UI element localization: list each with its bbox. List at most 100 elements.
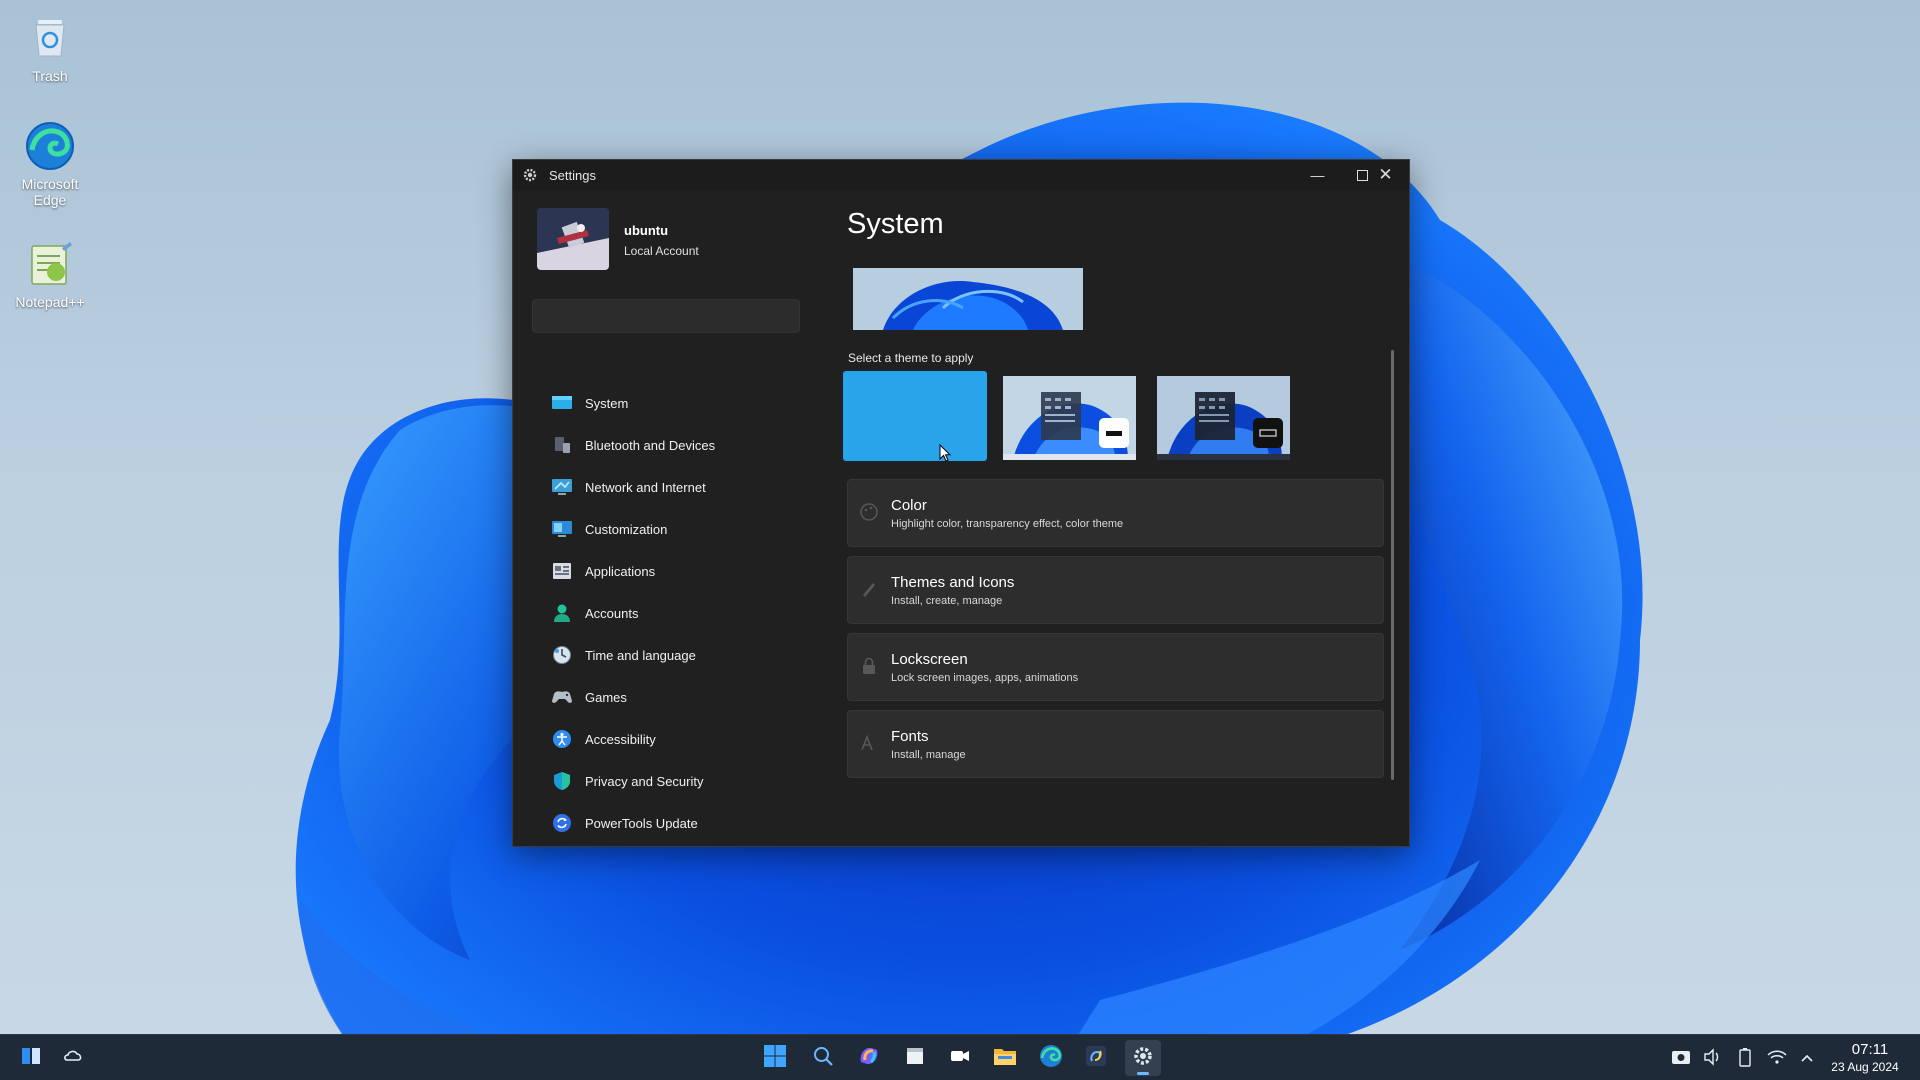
title-bar[interactable]: Settings — ✕ [513,160,1409,190]
sidebar-item-label: Network and Internet [585,479,706,495]
sidebar-item-label: Customization [585,521,668,537]
theme-tile-dark[interactable] [1157,376,1290,460]
search-icon [812,1045,834,1072]
notes-button[interactable] [900,1043,930,1073]
display-icon [551,392,573,414]
card-subtitle: Install, create, manage [891,595,1003,607]
sidebar: ubuntu Local Account System Bluetooth an… [513,190,813,846]
settings-card-color[interactable]: Color Highlight color, transparency effe… [847,479,1384,547]
scrollbar-thumb[interactable] [1391,350,1394,780]
taskbar: 07:11 23 Aug 2024 [0,1034,1920,1080]
copilot-icon [857,1044,881,1073]
sidebar-item-label: Privacy and Security [585,773,704,789]
sidebar-item-accounts[interactable]: Accounts [531,595,801,631]
brush-icon [859,579,879,599]
desktop-icon-notepadpp[interactable]: Notepad++ [5,238,95,310]
widgets-icon [20,1045,42,1072]
sidebar-item-label: PowerTools Update [585,815,698,831]
sidebar-item-system[interactable]: System [531,385,801,421]
sidebar-item-label: System [585,395,629,411]
sidebar-item-network[interactable]: Network and Internet [531,469,801,505]
sidebar-item-games[interactable]: Games [531,679,801,715]
chevron-up-icon [1800,1050,1814,1066]
mouse-cursor-icon [939,443,952,461]
theme-tile-solid-blue[interactable] [843,371,987,461]
sidebar-item-customization[interactable]: Customization [531,511,801,547]
avatar[interactable] [537,208,609,270]
page-title: System [847,208,944,240]
sidebar-item-time-language[interactable]: Time and language [531,637,801,673]
card-subtitle: Install, manage [891,749,966,761]
close-icon: ✕ [1378,165,1393,184]
sidebar-item-label: Bluetooth and Devices [585,437,716,453]
zoom-icon [949,1045,971,1072]
notepadpp-icon [24,238,76,290]
sidebar-item-privacy-security[interactable]: Privacy and Security [531,763,801,799]
trash-icon [24,12,76,64]
card-subtitle: Highlight color, transparency effect, co… [891,518,1124,530]
palette-icon [859,502,879,522]
camera-icon [1671,1048,1691,1069]
search-input[interactable] [532,299,800,333]
camera-tray-button[interactable] [1670,1047,1692,1069]
accessibility-icon [551,728,573,750]
notes-icon [904,1045,926,1072]
zoom-button[interactable] [945,1043,975,1073]
battery-tray-button[interactable] [1734,1047,1756,1069]
wifi-icon [1767,1049,1787,1068]
edge-button[interactable] [1036,1043,1066,1073]
sidebar-item-label: Applications [585,563,656,579]
sidebar-item-accessibility[interactable]: Accessibility [531,721,801,757]
weather-button[interactable] [58,1043,88,1073]
volume-icon [1703,1047,1723,1069]
card-title: Fonts [891,728,929,745]
sidebar-item-powertools-update[interactable]: PowerTools Update [531,805,801,841]
devices-icon [551,434,573,456]
gamepad-icon [551,686,573,708]
file-explorer-icon [993,1045,1017,1072]
sidebar-item-applications[interactable]: Applications [531,553,801,589]
settings-card-lockscreen[interactable]: Lockscreen Lock screen images, apps, ani… [847,633,1384,701]
clock-time[interactable]: 07:11 [1840,1041,1900,1058]
apps-icon [551,560,573,582]
desktop-icon-label: Microsoft Edge [21,176,79,208]
desktop-icon-trash[interactable]: Trash [5,12,95,84]
sidebar-item-label: Games [585,689,627,705]
card-subtitle: Lock screen images, apps, animations [891,672,1079,684]
clock-date[interactable]: 23 Aug 2024 [1825,1060,1905,1074]
settings-card-themes-icons[interactable]: Themes and Icons Install, create, manage [847,556,1384,624]
personalize-icon [551,518,573,540]
copilot-button[interactable] [854,1043,884,1073]
taskbar-search-button[interactable] [808,1043,838,1073]
settings-icon [1131,1044,1155,1073]
wifi-tray-button[interactable] [1766,1047,1788,1069]
battery-icon [1738,1047,1752,1070]
show-hidden-icons-button[interactable] [1796,1047,1818,1069]
desktop-icon-edge[interactable]: Microsoft Edge [5,120,95,208]
minimize-icon: — [1310,167,1325,183]
start-button[interactable] [760,1043,790,1073]
sidebar-item-label: Accessibility [585,731,656,747]
cloud-icon [62,1045,84,1072]
sidebar-item-bluetooth-devices[interactable]: Bluetooth and Devices [531,427,801,463]
widgets-button[interactable] [16,1043,46,1073]
settings-taskbar-button[interactable] [1125,1040,1161,1076]
sidebar-item-label: Accounts [585,605,639,621]
close-button[interactable]: ✕ [1363,160,1408,190]
account-name: ubuntu [624,223,669,238]
volume-tray-button[interactable] [1702,1047,1724,1069]
card-title: Themes and Icons [891,574,1015,591]
theme-preview-image [853,268,1083,330]
minimize-button[interactable]: — [1295,160,1340,190]
window-title: Settings [549,167,596,183]
theme-tile-light[interactable] [1003,376,1136,460]
start-icon [763,1044,787,1073]
settings-card-fonts[interactable]: Fonts Install, manage [847,710,1384,778]
python-button[interactable] [1081,1043,1111,1073]
font-icon [859,733,879,753]
edge-icon [1039,1044,1063,1073]
settings-gear-icon [521,166,539,184]
account-type: Local Account [624,244,699,258]
file-explorer-button[interactable] [990,1043,1020,1073]
lock-icon [859,656,879,676]
